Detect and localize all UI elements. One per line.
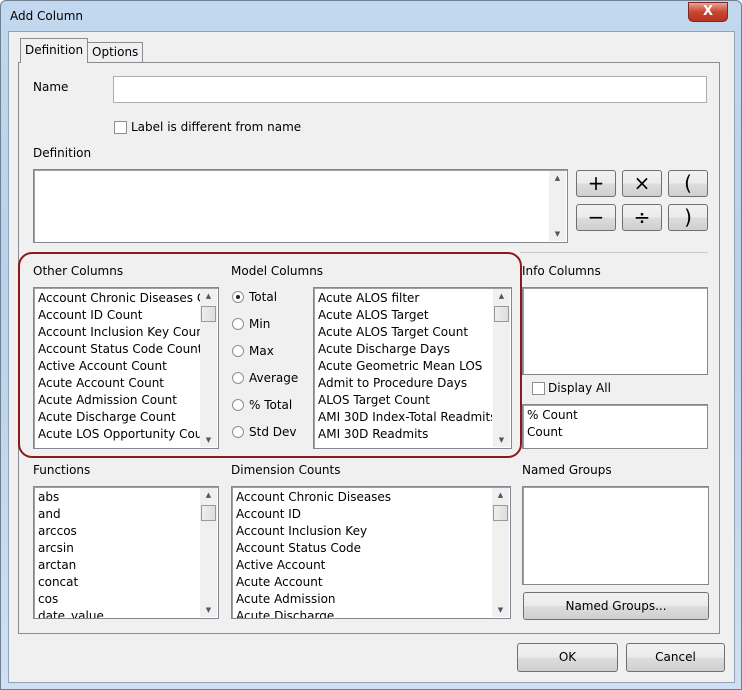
multiply-button[interactable]: × [622,170,662,197]
model-columns-label: Model Columns [231,264,324,278]
divide-button[interactable]: ÷ [622,204,662,231]
list-item[interactable]: Acute Geometric Mean LOS [314,358,492,375]
list-item[interactable]: Account Inclusion Key Count [34,324,200,341]
definition-label: Definition [33,146,92,160]
list-item[interactable]: concat [34,574,218,591]
other-columns-label: Other Columns [33,264,124,278]
definition-textarea[interactable]: ▲ ▼ [33,169,568,243]
dimension-counts-list[interactable]: Account Chronic Diseases Account ID Acco… [231,486,511,619]
scrollbar[interactable]: ▲ ▼ [549,171,566,241]
list-item[interactable]: Admit to Procedure Days [314,375,492,392]
list-item[interactable]: Account Status Code [232,540,510,557]
list-item[interactable]: Active Account Count [34,358,200,375]
list-item[interactable]: Acute Discharge Days [314,341,492,358]
named-groups-button[interactable]: Named Groups... [523,592,709,620]
named-groups-label: Named Groups [522,463,612,477]
radio-average[interactable] [232,372,244,384]
list-item[interactable]: Acute Admission [232,591,510,608]
display-all-label: Display All [548,381,611,395]
functions-label: Functions [33,463,91,477]
list-item[interactable]: Acute LOS Opportunity Cou [34,426,200,443]
dimension-counts-label: Dimension Counts [231,463,341,477]
plus-button[interactable]: + [576,170,616,197]
radio-total-label: Total [249,290,278,304]
radio-average-label: Average [249,371,299,385]
list-item[interactable]: Acute Discharge [232,608,510,618]
name-label: Name [33,80,69,94]
scrollbar[interactable]: ▲ ▼ [200,488,217,617]
display-all-checkbox[interactable] [532,382,545,395]
list-item[interactable]: Account ID [232,506,510,523]
list-item[interactable]: and [34,506,218,523]
radio-percent-total[interactable] [232,399,244,411]
list-item[interactable]: cos [34,591,218,608]
model-columns-list[interactable]: Acute ALOS filter Acute ALOS Target Acut… [313,287,512,449]
radio-min-label: Min [249,317,271,331]
scrollbar[interactable]: ▲ ▼ [492,488,509,617]
radio-max[interactable] [232,345,244,357]
functions-list[interactable]: abs and arccos arcsin arctan concat cos … [33,486,219,619]
window-title: Add Column [10,9,84,23]
list-item[interactable]: Acute ALOS filter [314,290,492,307]
divider [520,252,708,253]
list-item[interactable]: Account Inclusion Key [232,523,510,540]
list-item[interactable]: Acute Discharge Count [34,409,200,426]
list-item[interactable]: date_value [34,608,218,618]
radio-std-dev-label: Std Dev [249,425,297,439]
named-groups-list[interactable] [522,486,709,585]
list-item[interactable]: abs [34,489,218,506]
ok-button[interactable]: OK [517,643,618,672]
close-paren-button[interactable]: ) [668,204,708,231]
list-item[interactable]: AMI 30D Index-Total Readmits [314,409,492,426]
list-item[interactable]: Acute ALOS Target Count [314,324,492,341]
count-list[interactable]: % Count Count [522,404,708,449]
close-button[interactable]: X [688,2,728,22]
list-item[interactable]: Account Chronic Diseases [232,489,510,506]
radio-total[interactable] [232,291,244,303]
list-item[interactable]: Count [523,424,707,441]
radio-percent-total-label: % Total [249,398,293,412]
tab-definition[interactable]: Definition [20,38,89,63]
list-item[interactable]: Acute ALOS Target [314,307,492,324]
list-item[interactable]: Acute Admission Count [34,392,200,409]
radio-std-dev[interactable] [232,426,244,438]
list-item[interactable]: arctan [34,557,218,574]
tab-options[interactable]: Options [87,42,144,62]
list-item[interactable]: arcsin [34,540,218,557]
other-columns-list[interactable]: Account Chronic Diseases C Account ID Co… [33,287,219,449]
minus-button[interactable]: − [576,204,616,231]
list-item[interactable]: Acute Account [232,574,510,591]
list-item[interactable]: AMI 30D Readmits [314,426,492,443]
label-different-label: Label is different from name [131,120,302,134]
radio-min[interactable] [232,318,244,330]
list-item[interactable]: Account Chronic Diseases C [34,290,200,307]
list-item[interactable]: ALOS Target Count [314,392,492,409]
list-item[interactable]: Acute Account Count [34,375,200,392]
cancel-button[interactable]: Cancel [626,643,725,672]
list-item[interactable]: % Count [523,407,707,424]
open-paren-button[interactable]: ( [668,170,708,197]
radio-max-label: Max [249,344,274,358]
list-item[interactable]: Account ID Count [34,307,200,324]
scrollbar[interactable]: ▲ ▼ [200,289,217,447]
label-different-checkbox[interactable] [114,121,127,134]
scrollbar[interactable]: ▲ ▼ [493,289,510,447]
list-item[interactable]: Active Account [232,557,510,574]
list-item[interactable]: Account Status Code Count [34,341,200,358]
info-columns-label: Info Columns [522,264,601,278]
name-input[interactable] [113,76,707,103]
info-columns-list[interactable] [522,287,708,375]
list-item[interactable]: arccos [34,523,218,540]
